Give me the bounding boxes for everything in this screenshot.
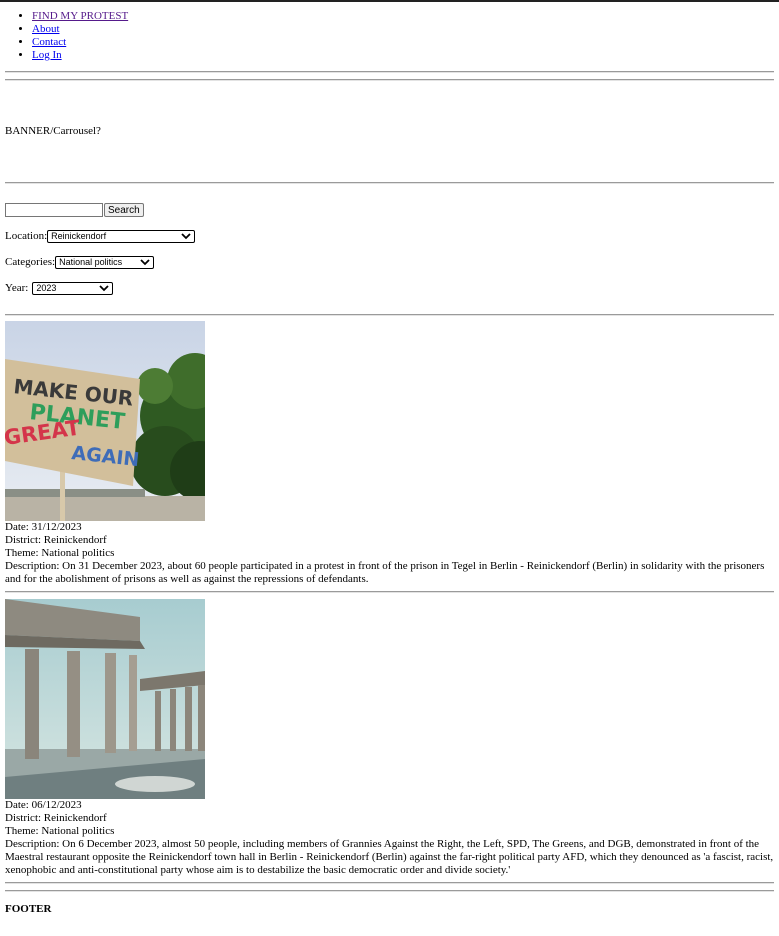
nav-item-about: About	[32, 23, 779, 36]
search-button[interactable]: Search	[104, 203, 144, 217]
protest-theme: Theme: National politics	[5, 825, 115, 837]
main-nav: FIND MY PROTEST About Contact Log In	[0, 2, 779, 62]
chevron-down-icon	[181, 233, 191, 240]
chevron-down-icon	[99, 285, 109, 292]
location-select[interactable]: Reinickendorf	[47, 229, 196, 243]
protest-card: Date: 06/12/2023 District: Reinickendorf…	[0, 599, 779, 877]
nav-link-contact[interactable]: Contact	[32, 36, 66, 48]
location-filter: Location: Reinickendorf	[0, 229, 779, 243]
nav-link-log-in[interactable]: Log In	[32, 49, 62, 61]
categories-label: Categories:	[5, 255, 56, 268]
year-select-value: 2023	[36, 283, 57, 293]
banner-placeholder: BANNER/Carrousel?	[5, 125, 101, 137]
categories-filter: Categories: National politics	[0, 255, 779, 269]
protest-date: Date: 31/12/2023	[5, 521, 82, 533]
location-label: Location:	[5, 229, 48, 242]
categories-select[interactable]: National politics	[55, 255, 155, 269]
protest-date: Date: 06/12/2023	[5, 799, 82, 811]
year-select[interactable]: 2023	[32, 281, 114, 295]
brandenburg-gate-image	[5, 599, 205, 799]
search-input[interactable]	[5, 203, 103, 217]
protest-district: District: Reinickendorf	[5, 812, 107, 824]
protest-theme: Theme: National politics	[5, 547, 115, 559]
nav-link-find-my-protest[interactable]: FIND MY PROTEST	[32, 10, 128, 22]
footer: FOOTER	[5, 903, 52, 915]
protest-card: MAKE OUR PLANET GREAT AGAIN Date: 31/12/…	[0, 321, 779, 586]
nav-link-about[interactable]: About	[32, 23, 60, 35]
nav-item-contact: Contact	[32, 36, 779, 49]
protest-district: District: Reinickendorf	[5, 534, 107, 546]
nav-item-find: FIND MY PROTEST	[32, 10, 779, 23]
nav-item-login: Log In	[32, 49, 779, 62]
year-label: Year:	[5, 281, 29, 294]
location-select-value: Reinickendorf	[51, 231, 107, 241]
search-bar: Search	[0, 203, 779, 217]
chevron-down-icon	[140, 259, 150, 266]
protest-description: Description: On 31 December 2023, about …	[5, 560, 765, 585]
year-filter: Year: 2023	[0, 281, 779, 295]
protest-sign-image: MAKE OUR PLANET GREAT AGAIN	[5, 321, 205, 521]
protest-description: Description: On 6 December 2023, almost …	[5, 838, 774, 876]
categories-select-value: National politics	[59, 257, 123, 267]
